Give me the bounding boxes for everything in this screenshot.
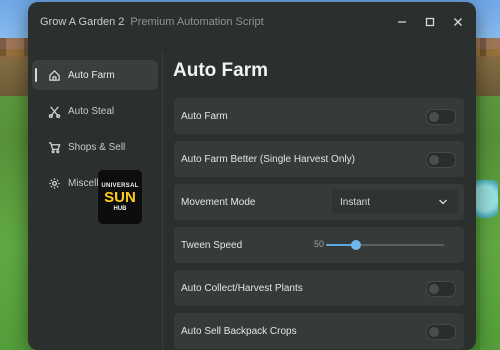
minimize-icon bbox=[398, 21, 406, 23]
setting-label: Auto Collect/Harvest Plants bbox=[181, 282, 303, 294]
slider-thumb[interactable] bbox=[350, 240, 361, 250]
script-window: Grow A Garden 2 Premium Automation Scrip… bbox=[28, 2, 476, 350]
toggle-knob bbox=[429, 155, 439, 165]
setting-row-tween-speed: Tween Speed 50 bbox=[174, 227, 464, 263]
logo-text-universal: UNIVERSAL bbox=[101, 182, 139, 189]
sidebar-item-label: Auto Farm bbox=[68, 69, 115, 81]
cart-icon bbox=[46, 139, 62, 155]
window-controls bbox=[388, 2, 472, 42]
sidebar-item-auto-farm[interactable]: Auto Farm bbox=[32, 60, 158, 90]
auto-farm-toggle[interactable] bbox=[426, 109, 456, 125]
tween-speed-slider[interactable]: 50 bbox=[314, 237, 454, 253]
slider-track[interactable] bbox=[326, 240, 444, 250]
setting-label: Tween Speed bbox=[181, 239, 243, 251]
movement-mode-dropdown[interactable]: Instant bbox=[332, 190, 458, 214]
page-title: Auto Farm bbox=[173, 60, 268, 81]
auto-farm-better-toggle[interactable] bbox=[426, 152, 456, 168]
title-bar[interactable]: Grow A Garden 2 Premium Automation Scrip… bbox=[28, 2, 476, 42]
sidebar-item-label: Shops & Sell bbox=[68, 141, 126, 153]
settings-list: Auto Farm Auto Farm Better (Single Harve… bbox=[174, 98, 464, 350]
window-title: Grow A Garden 2 bbox=[40, 16, 125, 28]
setting-label: Movement Mode bbox=[181, 196, 256, 208]
toggle-knob bbox=[429, 284, 439, 294]
maximize-button[interactable] bbox=[416, 2, 444, 42]
toggle-knob bbox=[429, 112, 439, 122]
setting-label: Auto Farm bbox=[181, 110, 228, 122]
close-button[interactable] bbox=[444, 2, 472, 42]
dropdown-value: Instant bbox=[340, 196, 371, 208]
chevron-down-icon bbox=[439, 199, 447, 205]
close-icon bbox=[454, 18, 462, 26]
maximize-icon bbox=[425, 17, 435, 27]
logo-text-sun: SUN bbox=[104, 188, 136, 206]
sidebar-divider bbox=[162, 52, 163, 350]
slider-value: 50 bbox=[314, 239, 325, 249]
scissors-icon bbox=[46, 103, 62, 119]
home-icon bbox=[46, 67, 62, 83]
setting-row-auto-sell: Auto Sell Backpack Crops bbox=[174, 313, 464, 349]
setting-label: Auto Farm Better (Single Harvest Only) bbox=[181, 153, 355, 165]
sidebar-item-label: Auto Steal bbox=[68, 105, 115, 117]
logo-text-hub: HUB bbox=[113, 205, 127, 212]
setting-row-auto-farm: Auto Farm bbox=[174, 98, 464, 134]
setting-row-auto-farm-better: Auto Farm Better (Single Harvest Only) bbox=[174, 141, 464, 177]
sidebar-item-shops-sell[interactable]: Shops & Sell bbox=[32, 132, 158, 162]
setting-row-auto-collect: Auto Collect/Harvest Plants bbox=[174, 270, 464, 306]
sidebar-item-auto-steal[interactable]: Auto Steal bbox=[32, 96, 158, 126]
window-subtitle: Premium Automation Script bbox=[130, 16, 264, 28]
minimize-button[interactable] bbox=[388, 2, 416, 42]
universal-sun-hub-logo: UNIVERSAL SUN HUB bbox=[98, 170, 142, 224]
auto-collect-toggle[interactable] bbox=[426, 281, 456, 297]
toggle-knob bbox=[429, 327, 439, 337]
auto-sell-toggle[interactable] bbox=[426, 324, 456, 340]
setting-label: Auto Sell Backpack Crops bbox=[181, 325, 297, 337]
setting-row-movement-mode: Movement Mode Instant bbox=[174, 184, 464, 220]
gear-icon bbox=[46, 175, 62, 191]
active-indicator bbox=[35, 68, 37, 82]
